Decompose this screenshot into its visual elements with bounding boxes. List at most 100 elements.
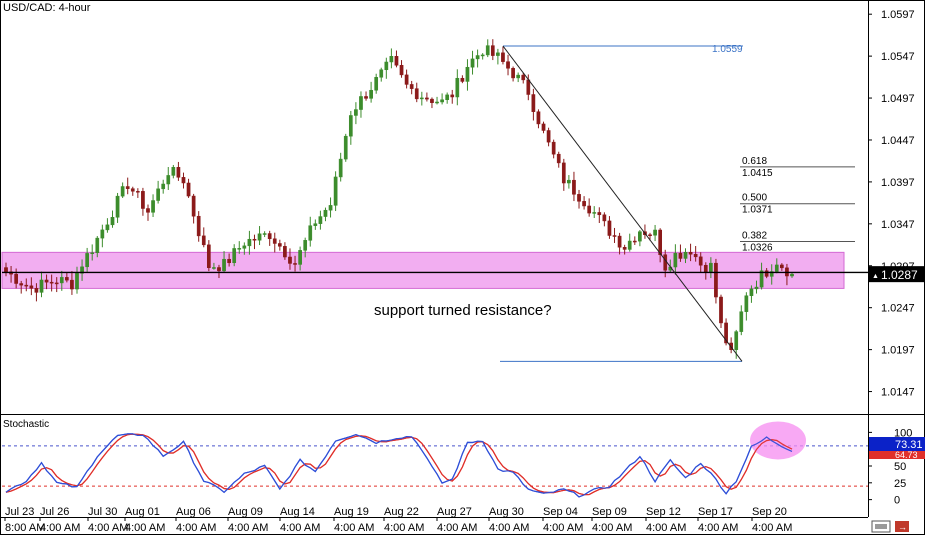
x-date-label: Sep 12 [646,506,681,518]
candle-body [328,205,333,211]
candle-body [343,135,348,160]
y-tick-label: 1.0247 [881,303,915,315]
candle-body [749,288,754,296]
candle-body [460,77,465,82]
candle-body [232,248,237,264]
candle-body [506,61,510,69]
candle-body [44,279,49,283]
stoch-y-tick-label: 0 [894,495,900,507]
x-date-label: Sep 17 [698,506,733,518]
candle-body [556,153,561,164]
candle-body [293,263,297,265]
candle-body [648,234,652,236]
candle-body [511,68,515,79]
x-date-label: Aug 01 [125,506,160,518]
current-price-label: 1.0287 [881,268,918,282]
y-tick-label: 1.0197 [881,345,915,357]
candle-body [196,215,201,237]
candle-body [430,98,434,103]
candle-body [252,238,257,241]
x-time-label: 4:00 AM [489,522,529,534]
candle-body [612,235,617,237]
candle-body [551,141,556,155]
x-date-label: Jul 30 [88,506,117,518]
x-time-label: 4:00 AM [40,522,80,534]
x-date-label: Aug 22 [384,506,419,518]
candle-body [318,216,323,224]
candle-body [394,56,399,66]
y-tick-label: 1.0447 [881,135,915,147]
y-tick-label: 1.0547 [881,51,915,63]
fib-price-label: 1.0415 [742,168,773,179]
d-value-label: 64.73 [895,450,918,460]
candle-body [632,240,637,243]
candle-body [369,89,373,99]
candle-body [354,109,358,116]
candle-body [277,243,282,247]
candle-body [100,229,105,239]
candle-body [141,191,145,209]
fib-price-label: 1.0326 [742,242,773,253]
candle-body [90,252,95,254]
x-date-label: Jul 26 [40,506,69,518]
candle-body [582,201,586,207]
candle-body [237,248,242,250]
x-date-label: Aug 14 [280,506,315,518]
candle-body [790,273,794,277]
candle-body [49,281,54,284]
candle-body [521,74,526,81]
candle-body [531,94,536,112]
candle-body [496,52,500,56]
candle-body [323,209,328,217]
x-date-label: Aug 09 [228,506,263,518]
candle-body [592,212,597,214]
x-date-label: Aug 27 [437,506,472,518]
candle-body [186,182,191,197]
candle-body [65,277,69,281]
candle-body [359,96,363,110]
candle-body [567,179,571,184]
candle-body [135,191,140,193]
candle-body [54,282,59,285]
candle-body [171,167,176,176]
candle-body [414,88,419,100]
candle-body [435,101,439,104]
candle-body [115,195,120,218]
x-time-label: 4:00 AM [437,522,477,534]
candle-body [161,183,166,190]
chart-title: USD/CAD: 4-hour [3,2,91,14]
candle-body [288,256,292,264]
candle-body [364,96,368,99]
y-tick-label: 1.0147 [881,387,915,399]
candle-body [308,225,313,241]
candle-body [485,45,490,56]
candle-body [739,311,744,332]
candle-body [39,279,44,293]
x-time-label: 4:00 AM [698,522,738,534]
candle-body [780,264,784,269]
stochastic-title: Stochastic [3,419,49,430]
candle-body [698,256,703,266]
swing-high-label: 1.0559 [712,44,743,55]
candle-body [95,237,100,253]
x-time-label: 4:00 AM [125,522,165,534]
candle-body [227,258,231,264]
candle-body [242,245,247,249]
candle-body [303,240,308,251]
candle-body [262,233,267,235]
y-tick-label: 1.0397 [881,177,915,189]
candle-body [744,295,749,312]
candle-body [419,97,424,100]
candle-body [267,233,272,240]
candle-body [673,252,678,268]
candle-body [298,250,302,265]
candle-body [440,99,444,103]
candle-body [526,79,531,95]
candle-body [222,258,226,272]
candle-body [683,251,688,259]
candle-body [389,56,394,63]
candle-body [4,267,8,273]
candle-body [516,74,521,79]
candle-body [14,273,18,284]
candle-body [130,188,135,192]
